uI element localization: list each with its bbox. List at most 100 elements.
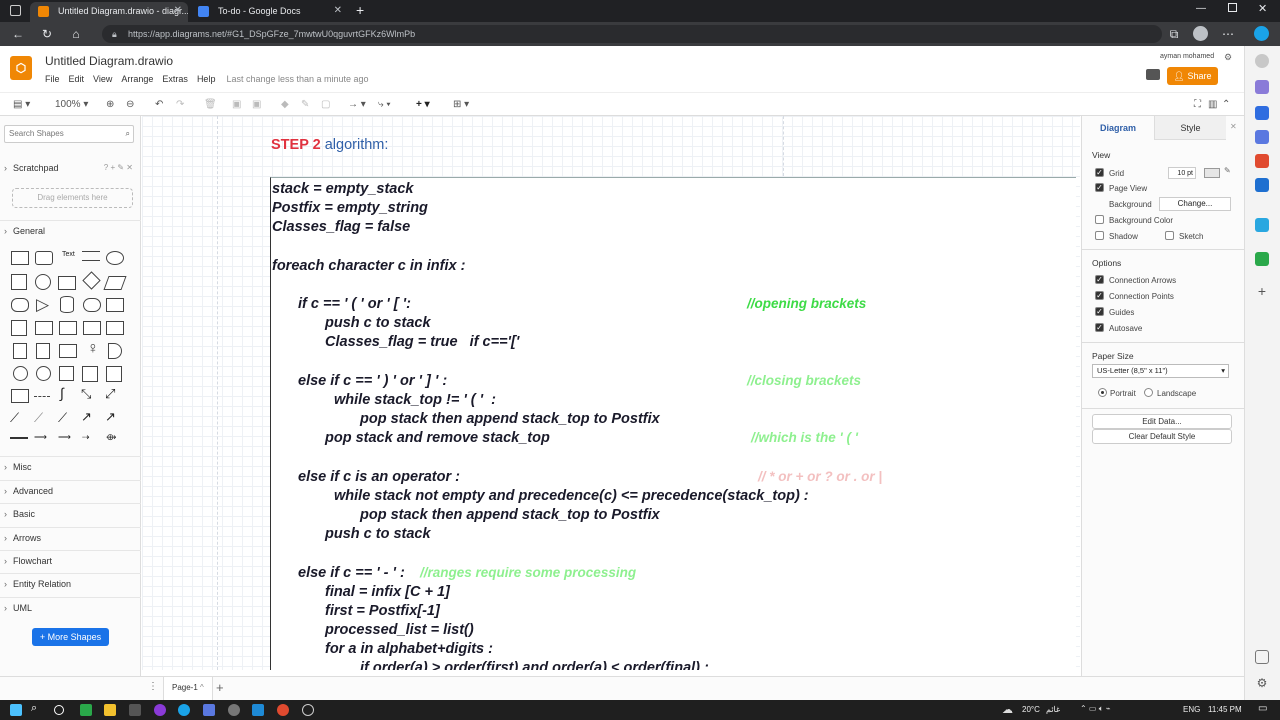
card-shape-icon[interactable] [36, 343, 50, 359]
note-shape-icon[interactable] [106, 298, 124, 312]
weather-icon[interactable]: ☁ [1002, 703, 1013, 716]
collapse-icon[interactable]: ⌃ [1222, 97, 1230, 113]
section-uml[interactable]: UML [0, 597, 141, 618]
rectangle-shape-icon[interactable] [11, 251, 29, 265]
connection-icon[interactable]: → ▾ [348, 97, 366, 113]
close-tab-icon[interactable]: ✕ [334, 2, 342, 20]
tab-diagram[interactable]: Diagram [1082, 116, 1154, 140]
step-heading[interactable]: STEP 2 algorithm: [271, 137, 388, 153]
circle-shape-icon[interactable] [35, 274, 51, 290]
cylinder-shape-icon[interactable] [60, 296, 74, 313]
close-window-icon[interactable]: ✕ [1258, 2, 1267, 15]
ellipse-shape-icon[interactable] [106, 251, 124, 265]
trapezoid-shape-icon[interactable] [83, 321, 101, 335]
actor-shape-icon[interactable]: ♀ [87, 340, 99, 358]
link-line-icon[interactable]: ⟋ [10, 410, 19, 426]
file-explorer-icon[interactable] [104, 704, 116, 716]
background-color-checkbox[interactable] [1095, 215, 1104, 224]
menu-extras[interactable]: Extras [162, 74, 188, 84]
tab-google-docs[interactable]: To-do - Google Docs ✕ [190, 2, 348, 22]
tools-icon[interactable] [1255, 106, 1269, 120]
cortana-icon[interactable] [54, 705, 64, 715]
link-arrow-icon[interactable]: ⟴ [106, 432, 116, 443]
search-icon[interactable]: ⌕ [126, 126, 130, 142]
windows-start-icon[interactable] [10, 704, 22, 716]
rounded-rect-shape-icon[interactable] [35, 251, 53, 265]
tape-shape-icon[interactable] [106, 321, 124, 335]
pages-menu-icon[interactable]: ⋮ [148, 681, 158, 692]
autosave-checkbox[interactable]: ✓ [1095, 323, 1104, 332]
menu-help[interactable]: Help [197, 74, 216, 84]
send-icon[interactable] [1255, 218, 1269, 232]
app-icon[interactable] [302, 704, 314, 716]
step-shape-icon[interactable] [59, 321, 77, 335]
search-icon[interactable] [1255, 54, 1269, 68]
tab-style[interactable]: Style [1154, 116, 1226, 140]
page-tab[interactable]: Page-1 ^ [163, 677, 213, 700]
section-misc[interactable]: Misc [0, 456, 141, 477]
redo-icon[interactable]: ↷ [176, 97, 184, 113]
games-icon[interactable] [1255, 130, 1269, 144]
dashed-line-icon[interactable] [34, 396, 50, 397]
app-icon[interactable] [154, 704, 166, 716]
section-arrows[interactable]: Arrows [0, 527, 141, 548]
directional-line-icon[interactable]: ↗ [81, 409, 92, 425]
settings-icon[interactable]: ⚙ [1255, 676, 1269, 690]
sidebar-toggle-icon[interactable] [1255, 650, 1269, 664]
diagram-canvas[interactable]: STEP 2 algorithm: stack = empty_stack Po… [142, 116, 1080, 670]
scratchpad-section[interactable]: Scratchpad? + ✎ ✕ [0, 158, 141, 178]
shopping-icon[interactable] [1255, 80, 1269, 94]
extensions-icon[interactable]: ⧉ [1166, 26, 1182, 42]
change-background-button[interactable]: Change... [1159, 197, 1231, 211]
window-menu-icon[interactable] [10, 5, 21, 16]
clock[interactable]: 11:45 PM [1208, 705, 1242, 714]
bidirectional-arrow-icon[interactable]: ⤡ [81, 386, 91, 402]
add-page-icon[interactable]: + [216, 680, 224, 695]
cloud-shape-icon[interactable] [83, 298, 101, 312]
callout-shape-icon[interactable] [59, 344, 77, 358]
outlook-icon[interactable] [1255, 178, 1269, 192]
dashed-arrow-icon[interactable]: ⇢ [82, 432, 90, 443]
fill-color-icon[interactable]: ◆ [281, 97, 289, 113]
refresh-icon[interactable]: ↻ [39, 26, 55, 42]
last-change-text[interactable]: Last change less than a minute ago [226, 74, 368, 84]
parallelogram-shape-icon[interactable] [103, 276, 127, 290]
diamond-shape-icon[interactable] [82, 271, 101, 290]
connection-arrows-checkbox[interactable]: ✓ [1095, 275, 1104, 284]
notifications-icon[interactable]: ▭ [1258, 703, 1267, 714]
vscode-icon[interactable] [252, 704, 264, 716]
page-view-checkbox[interactable]: ✓ [1095, 183, 1104, 192]
insert-icon[interactable]: + ▾ [416, 97, 430, 113]
scratchpad-tools-icon[interactable]: ? + ✎ ✕ [104, 158, 133, 178]
comments-icon[interactable] [1146, 69, 1160, 80]
shadow-icon[interactable]: ▢ [321, 97, 330, 113]
store-icon[interactable] [129, 704, 141, 716]
guides-checkbox[interactable]: ✓ [1095, 307, 1104, 316]
list-shape-icon[interactable] [11, 389, 29, 403]
menu-file[interactable]: File [45, 74, 60, 84]
tab-drawio[interactable]: Untitled Diagram.drawio - diagr... ✕ [30, 2, 188, 22]
swimlane-shape-icon[interactable] [106, 366, 122, 382]
container-shape-icon[interactable] [82, 366, 98, 382]
thick-line-icon[interactable] [10, 437, 28, 439]
maximize-icon[interactable] [1228, 3, 1237, 12]
delete-icon[interactable]: 🗑︎ [204, 97, 217, 113]
line-color-icon[interactable]: ✎ [301, 97, 309, 113]
scratchpad-dropzone[interactable]: Drag elements here [12, 188, 133, 208]
landscape-radio[interactable] [1144, 388, 1153, 397]
dotted-line-icon[interactable]: ⟋ [34, 410, 43, 426]
settings-icon[interactable]: ⚙ [1224, 52, 1232, 63]
line-icon[interactable]: ⟋ [58, 410, 67, 426]
menu-edit[interactable]: Edit [69, 74, 85, 84]
grid-size-input[interactable]: 10 pt [1168, 167, 1196, 179]
app-icon[interactable] [80, 704, 92, 716]
close-panel-icon[interactable]: ✕ [1230, 122, 1237, 131]
url-field[interactable]: 🔒︎ https://app.diagrams.net/#G1_DSpGFze_… [102, 25, 1162, 43]
tray-icons[interactable]: ⌃ ▭ 🔈︎ ⌁ [1080, 704, 1111, 714]
process-shape-icon[interactable] [58, 276, 76, 290]
portrait-radio[interactable] [1098, 388, 1107, 397]
code-text-block[interactable]: stack = empty_stack Postfix = empty_stri… [270, 177, 1076, 670]
document-title[interactable]: Untitled Diagram.drawio [45, 54, 173, 68]
document-shape-icon[interactable] [13, 343, 27, 359]
tree-icon[interactable] [1255, 252, 1269, 266]
